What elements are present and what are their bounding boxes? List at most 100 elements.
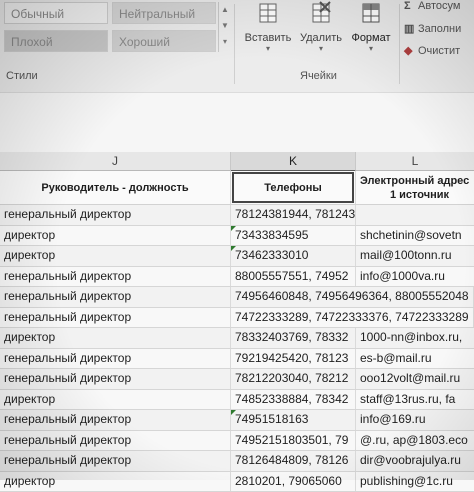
cell-phones[interactable]: 78124381944, 78124381943, 78125967168 — [231, 205, 356, 225]
cell-phones[interactable]: 78212203040, 78212 — [231, 369, 356, 389]
table-row: генеральный директор74951518163info@169.… — [0, 410, 474, 431]
cell-manager[interactable]: директор — [0, 328, 231, 348]
table-header-row: Руководитель - должность Телефоны Электр… — [0, 171, 474, 205]
gallery-scroll[interactable]: ▲ ▼ ▾ — [218, 2, 231, 52]
table-row: генеральный директор78212203040, 78212oo… — [0, 369, 474, 390]
cell-email[interactable]: mail@100tonn.ru — [356, 246, 474, 266]
clear-label: Очистит — [418, 45, 460, 57]
cell-email[interactable]: shchetinin@sovetn — [356, 226, 474, 246]
table-row: директор74852338884, 78342staff@13rus.ru… — [0, 390, 474, 411]
header-cell-manager[interactable]: Руководитель - должность — [0, 171, 231, 204]
table-row: директор73462333010mail@100tonn.ru — [0, 246, 474, 267]
cell-email[interactable]: ooo12volt@mail.ru — [356, 369, 474, 389]
cell-manager[interactable]: генеральный директор — [0, 205, 231, 225]
cell-manager[interactable]: генеральный директор — [0, 287, 231, 307]
ribbon: Обычный Нейтральный Плохой Хороший ▲ ▼ ▾… — [0, 0, 474, 92]
autosum-button[interactable]: ΣАвтосум — [404, 0, 460, 12]
table-row: директор78332403769, 783321000-nn@inbox.… — [0, 328, 474, 349]
cell-email[interactable]: staff@13rus.ru, fa — [356, 390, 474, 410]
table-row: генеральный директор79219425420, 78123es… — [0, 349, 474, 370]
delete-button[interactable]: Удалить ▾ — [296, 0, 346, 53]
styles-group-label: Стили — [6, 70, 38, 82]
fill-button[interactable]: ▥Заполни — [404, 22, 461, 35]
style-bad[interactable]: Плохой — [4, 30, 108, 52]
cell-email[interactable]: publishing@1c.ru — [356, 472, 474, 492]
chevron-up-icon[interactable]: ▲ — [219, 2, 231, 18]
table-row: генеральный директор74722333289, 7472233… — [0, 308, 474, 329]
eraser-icon: ◆ — [404, 44, 418, 57]
cell-manager[interactable]: директор — [0, 226, 231, 246]
format-button[interactable]: Формат ▾ — [346, 0, 396, 53]
cell-email[interactable]: es-b@mail.ru — [356, 349, 474, 369]
insert-cells-icon — [257, 0, 279, 30]
data-rows: генеральный директор78124381944, 7812438… — [0, 205, 474, 492]
sigma-icon: Σ — [404, 0, 418, 12]
cell-email[interactable] — [356, 308, 474, 328]
cell-email[interactable]: info@1000va.ru — [356, 267, 474, 287]
cell-phones[interactable]: 73433834595 — [231, 226, 356, 246]
header-email-line1: Электронный адрес — [360, 174, 469, 188]
cell-email[interactable]: @.ru, ap@1803.eco — [356, 431, 474, 451]
cell-manager[interactable]: генеральный директор — [0, 431, 231, 451]
chevron-down-icon: ▾ — [296, 44, 346, 53]
delete-cells-icon — [310, 0, 332, 30]
table-row: генеральный директор74952151803501, 79@.… — [0, 431, 474, 452]
formula-bar-area — [0, 92, 474, 153]
cell-email[interactable]: dir@voobrajulya.ru — [356, 451, 474, 471]
table-row: генеральный директор78124381944, 7812438… — [0, 205, 474, 226]
cell-phones[interactable]: 88005557551, 74952 — [231, 267, 356, 287]
cell-phones[interactable]: 2810201, 79065060 — [231, 472, 356, 492]
autosum-label: Автосум — [418, 0, 460, 12]
group-divider — [234, 4, 235, 84]
cell-phones[interactable]: 79219425420, 78123 — [231, 349, 356, 369]
column-header-j[interactable]: J — [0, 152, 231, 171]
insert-label: Вставить — [240, 32, 296, 44]
chevron-down-icon: ▾ — [346, 44, 396, 53]
cell-email[interactable]: info@169.ru — [356, 410, 474, 430]
cell-manager[interactable]: директор — [0, 390, 231, 410]
cells-group-label: Ячейки — [300, 70, 337, 82]
clear-button[interactable]: ◆Очистит — [404, 44, 460, 57]
cell-manager[interactable]: директор — [0, 472, 231, 492]
cell-email[interactable] — [356, 205, 474, 225]
column-header-l[interactable]: L — [356, 152, 474, 171]
cell-manager[interactable]: генеральный директор — [0, 369, 231, 389]
cell-phones[interactable]: 74852338884, 78342 — [231, 390, 356, 410]
fill-down-icon: ▥ — [404, 22, 418, 35]
cell-styles-gallery: Обычный Нейтральный Плохой Хороший ▲ ▼ ▾ — [0, 0, 232, 68]
cell-manager[interactable]: генеральный директор — [0, 308, 231, 328]
cell-manager[interactable]: генеральный директор — [0, 349, 231, 369]
active-cell-border — [232, 172, 354, 203]
header-cell-phones[interactable]: Телефоны — [231, 171, 356, 204]
header-cell-email[interactable]: Электронный адрес 1 источник — [356, 171, 474, 204]
chevron-down-icon: ▾ — [240, 44, 296, 53]
style-neutral[interactable]: Нейтральный — [112, 2, 216, 24]
table-row: директор73433834595shchetinin@sovetn — [0, 226, 474, 247]
cell-phones[interactable]: 78126484809, 78126 — [231, 451, 356, 471]
cell-phones[interactable]: 74952151803501, 79 — [231, 431, 356, 451]
table-row: генеральный директор78126484809, 78126di… — [0, 451, 474, 472]
cell-manager[interactable]: директор — [0, 246, 231, 266]
header-email-line2: 1 источник — [360, 188, 449, 202]
style-normal[interactable]: Обычный — [4, 2, 108, 24]
cell-manager[interactable]: генеральный директор — [0, 451, 231, 471]
table-row: генеральный директор88005557551, 74952in… — [0, 267, 474, 288]
table-row: генеральный директор74956460848, 7495649… — [0, 287, 474, 308]
cell-manager[interactable]: генеральный директор — [0, 267, 231, 287]
format-cells-icon — [360, 0, 382, 30]
group-divider — [399, 4, 400, 84]
cell-phones[interactable]: 74951518163 — [231, 410, 356, 430]
column-header-k[interactable]: K — [231, 152, 356, 172]
format-label: Формат — [346, 32, 396, 44]
cell-manager[interactable]: генеральный директор — [0, 410, 231, 430]
cell-phones[interactable]: 73462333010 — [231, 246, 356, 266]
cell-phones[interactable]: 78332403769, 78332 — [231, 328, 356, 348]
more-icon[interactable]: ▾ — [219, 34, 231, 50]
chevron-down-icon[interactable]: ▼ — [219, 18, 231, 34]
style-good[interactable]: Хороший — [112, 30, 216, 52]
table-row: директор2810201, 79065060publishing@1c.r… — [0, 472, 474, 492]
cell-email[interactable]: 1000-nn@inbox.ru, — [356, 328, 474, 348]
insert-button[interactable]: Вставить ▾ — [240, 0, 296, 53]
fill-label: Заполни — [418, 23, 461, 35]
cell-email[interactable] — [356, 287, 474, 307]
